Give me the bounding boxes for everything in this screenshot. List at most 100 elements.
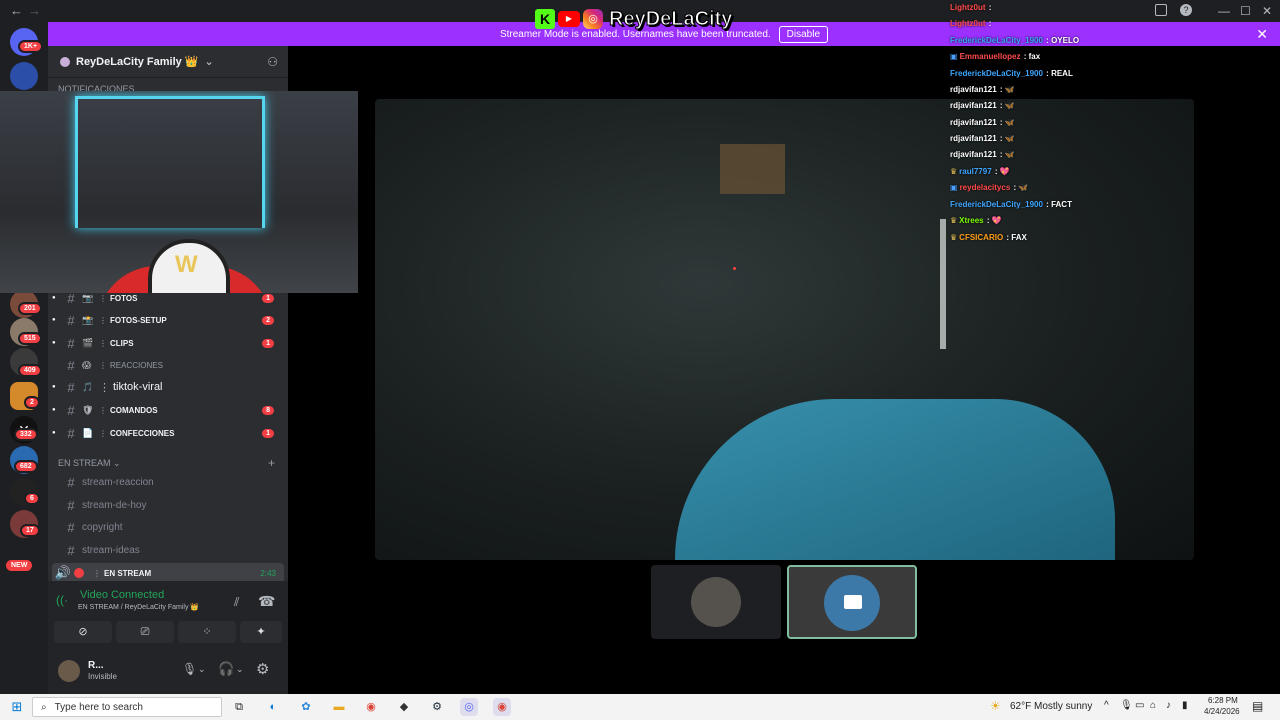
camera-off-button[interactable]: ⊘ <box>54 621 112 643</box>
channel-label: copyright <box>82 521 123 533</box>
kick-icon: K <box>535 9 555 29</box>
chat-message: ♛ raul7797 : 💖 <box>950 167 1010 176</box>
led-frame <box>75 96 265 228</box>
user-status: Invisible <box>88 672 117 681</box>
unread-dot: ● <box>52 384 56 390</box>
stream-red-light <box>733 267 736 270</box>
invite-icon[interactable]: ⚇ <box>267 55 278 69</box>
mention-badge: 1 <box>262 338 274 348</box>
maximize-button[interactable]: ☐ <box>1240 4 1251 18</box>
close-banner-icon[interactable]: ✕ <box>1256 26 1268 43</box>
category-en-stream[interactable]: EN STREAM ⌄ <box>58 458 121 469</box>
webcam-overlay: W <box>0 91 358 293</box>
chevron-down-icon[interactable]: ⌄ <box>236 664 244 675</box>
battery-icon[interactable]: ▮ <box>1182 700 1188 711</box>
voice-location: EN STREAM / ReyDeLaCity Family 👑 <box>78 604 200 611</box>
channel-clips[interactable]: ● # 🎬 ⋮ CLIPS 1 <box>52 333 284 353</box>
server-header[interactable]: ReyDeLaCity Family 👑 ⌄ ⚇ <box>48 46 288 78</box>
chat-message: rdjavifan121 : 🦋 <box>950 85 1015 94</box>
channel-confecciones[interactable]: ● # 📄 ⋮ CONFECCIONES 1 <box>52 423 284 443</box>
network-icon[interactable]: ⌂ <box>1150 700 1156 711</box>
channel-emoji: 🛡 <box>82 404 94 415</box>
chat-message: rdjavifan121 : 🦋 <box>950 118 1015 127</box>
soundboard-button[interactable]: ✦ <box>240 621 282 643</box>
taskbar-search[interactable]: ⌕ Type here to search <box>32 697 222 717</box>
channel-stream-reaccion[interactable]: # stream-reaccion <box>52 472 284 492</box>
chevron-down-icon[interactable]: ⌄ <box>198 664 206 675</box>
server-name: ReyDeLaCity Family 👑 <box>76 56 199 68</box>
streamer-name: ReyDeLaCity <box>608 7 733 30</box>
microphone-icon[interactable]: 🎙 <box>1120 700 1133 711</box>
hash-icon: # <box>67 335 75 351</box>
edge-icon[interactable]: ◐ <box>264 698 282 716</box>
avatar[interactable] <box>58 660 80 682</box>
channel-label: stream-ideas <box>82 544 140 556</box>
channel-label: tiktok-viral <box>113 381 163 393</box>
channel-stream-ideas[interactable]: # stream-ideas <box>52 540 284 560</box>
app-icon[interactable]: ◆ <box>395 698 413 716</box>
search-icon: ⌕ <box>41 701 47 713</box>
copilot-icon[interactable]: ✿ <box>297 698 315 716</box>
stream-light-strip <box>940 219 946 349</box>
channel-emoji: 😱 <box>82 359 92 370</box>
clock-date[interactable]: 4/24/2026 <box>1204 707 1240 716</box>
channel-comandos[interactable]: ● # 🛡 ⋮ COMANDOS 8 <box>52 400 284 420</box>
channel-label: CLIPS <box>110 338 134 348</box>
channel-fotos-setup[interactable]: ● # 📸 ⋮ FOTOS-SETUP 2 <box>52 310 284 330</box>
volume-icon[interactable]: ♪ <box>1166 700 1171 711</box>
channel-reacciones[interactable]: # 😱 ⋮ REACCIONES <box>52 355 284 375</box>
task-view-icon[interactable]: ⧉ <box>230 698 248 716</box>
hash-icon: # <box>67 312 75 328</box>
chrome-icon[interactable]: ◉ <box>493 698 511 716</box>
minimize-button[interactable]: — <box>1218 4 1230 18</box>
chrome-icon[interactable]: ◉ <box>362 698 380 716</box>
participant-tile[interactable] <box>651 565 781 639</box>
chat-message: FrederickDeLaCity_1900 : FACT <box>950 200 1072 209</box>
chevron-down-icon: ⌄ <box>204 56 214 68</box>
clock-time[interactable]: 6:28 PM <box>1208 696 1238 705</box>
help-icon[interactable]: ? <box>1180 4 1192 16</box>
voice-status[interactable]: Video Connected <box>80 589 164 601</box>
participant-tile-selected[interactable] <box>787 565 917 639</box>
unread-dot: ● <box>52 317 56 323</box>
add-channel-icon[interactable]: + <box>268 456 275 470</box>
gear-icon[interactable]: ⚙ <box>256 660 269 678</box>
server-badge: 682 <box>14 460 38 473</box>
steam-icon[interactable]: ⚙ <box>428 698 446 716</box>
disable-streamer-mode-button[interactable]: Disable <box>778 25 829 43</box>
channel-label: stream-reaccion <box>82 476 154 488</box>
inbox-icon[interactable] <box>1155 4 1167 16</box>
server-badge: 2 <box>24 396 40 409</box>
channel-label: CONFECCIONES <box>110 428 175 438</box>
noise-suppression-icon[interactable]: ⫽ <box>234 595 239 610</box>
server-icon[interactable] <box>10 62 38 90</box>
voice-channel-label: EN STREAM <box>104 568 152 578</box>
windows-start-icon[interactable]: ⊞ <box>8 698 26 716</box>
channel-tiktok-viral[interactable]: ● # 🎵 ⋮ tiktok-viral <box>52 377 284 397</box>
notifications-icon[interactable]: ▤ <box>1252 699 1263 713</box>
disconnect-icon[interactable]: ☎ <box>258 593 275 610</box>
weather-temp[interactable]: 62°F <box>1010 701 1031 712</box>
voice-channel-en-stream[interactable]: 🔊 ⋮ EN STREAM 2:43 <box>52 563 284 583</box>
close-window-button[interactable]: ✕ <box>1262 4 1272 18</box>
display-icon[interactable]: ▭ <box>1135 700 1144 711</box>
new-badge[interactable]: NEW <box>6 560 33 571</box>
stream-view[interactable] <box>375 99 1194 560</box>
file-explorer-icon[interactable]: ▬ <box>330 698 348 716</box>
forward-icon[interactable]: → <box>28 3 41 18</box>
activities-button[interactable]: ⁘ <box>178 621 236 643</box>
headphones-icon[interactable]: 🎧 <box>218 661 234 677</box>
live-dot <box>74 568 84 578</box>
chat-message: rdjavifan121 : 🦋 <box>950 150 1015 159</box>
weather-text[interactable]: Mostly sunny <box>1034 701 1092 712</box>
stream-blanket <box>675 399 1115 560</box>
mention-badge: 8 <box>262 405 274 415</box>
discord-icon[interactable]: ◎ <box>460 698 478 716</box>
chevron-up-icon[interactable]: ^ <box>1104 700 1109 711</box>
back-icon[interactable]: ← <box>10 3 23 18</box>
microphone-icon[interactable]: 🎙 <box>182 662 197 676</box>
channel-copyright[interactable]: # copyright <box>52 517 284 537</box>
server-badge: 201 <box>18 302 42 315</box>
channel-stream-de-hoy[interactable]: # stream-de-hoy <box>52 495 284 515</box>
screen-share-button[interactable]: ⎚ <box>116 621 174 643</box>
